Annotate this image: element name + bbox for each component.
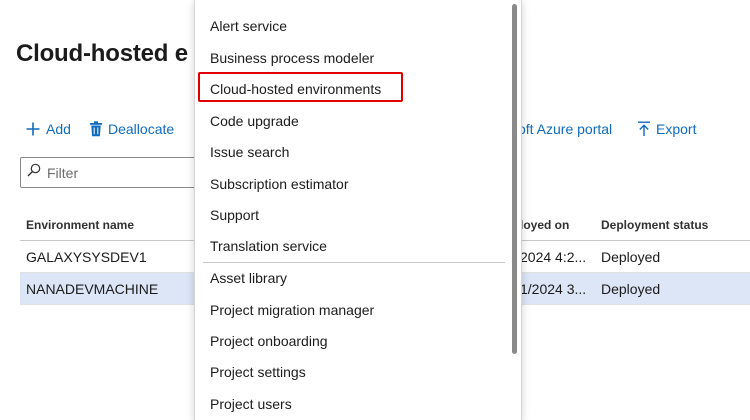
menu-item-code-upgrade[interactable]: Code upgrade bbox=[210, 107, 299, 135]
column-header-deployment-status[interactable]: Deployment status bbox=[601, 209, 741, 241]
scrollbar-thumb[interactable] bbox=[512, 4, 517, 354]
azure-portal-link[interactable]: oft Azure portal bbox=[518, 118, 612, 140]
add-button-label: Add bbox=[46, 121, 71, 137]
menu-item-business-process-modeler[interactable]: Business process modeler bbox=[210, 44, 374, 72]
row-environment-name: GALAXYSYSDEV1 bbox=[26, 249, 147, 265]
menu-item-asset-library[interactable]: Asset library bbox=[210, 264, 287, 292]
dropdown-menu: Alert service Business process modeler C… bbox=[194, 0, 522, 420]
row-deployment-status: Deployed bbox=[601, 281, 661, 297]
export-button[interactable]: Export bbox=[637, 118, 696, 140]
column-header-deployed-on[interactable]: loyed on bbox=[520, 209, 610, 241]
row-deployed-on: 1/2024 3... bbox=[520, 281, 587, 297]
search-icon bbox=[27, 163, 41, 182]
export-button-label: Export bbox=[656, 121, 697, 137]
menu-divider bbox=[203, 262, 505, 263]
menu-item-translation-service[interactable]: Translation service bbox=[210, 232, 327, 260]
plus-icon bbox=[25, 121, 41, 137]
column-header-environment-name[interactable]: Environment name bbox=[26, 209, 196, 241]
row-deployed-on: 2024 4:2... bbox=[520, 249, 587, 265]
menu-item-alert-service[interactable]: Alert service bbox=[210, 12, 287, 40]
trash-icon bbox=[89, 121, 103, 137]
export-icon bbox=[637, 121, 651, 137]
menu-item-subscription-estimator[interactable]: Subscription estimator bbox=[210, 170, 349, 198]
menu-item-support[interactable]: Support bbox=[210, 201, 259, 229]
menu-item-issue-search[interactable]: Issue search bbox=[210, 138, 289, 166]
menu-item-project-onboarding[interactable]: Project onboarding bbox=[210, 327, 328, 355]
filter-input[interactable] bbox=[47, 164, 187, 181]
add-button[interactable]: Add bbox=[25, 118, 71, 140]
highlight-box bbox=[198, 72, 403, 102]
row-deployment-status: Deployed bbox=[601, 249, 661, 265]
deallocate-button[interactable]: Deallocate bbox=[89, 118, 174, 140]
menu-item-project-users[interactable]: Project users bbox=[210, 390, 292, 418]
deallocate-button-label: Deallocate bbox=[108, 121, 175, 137]
azure-portal-label: oft Azure portal bbox=[518, 121, 613, 137]
page-title: Cloud-hosted e bbox=[16, 40, 188, 67]
filter-box bbox=[20, 157, 196, 188]
menu-scrollbar[interactable] bbox=[511, 0, 519, 420]
menu-item-project-settings[interactable]: Project settings bbox=[210, 358, 306, 386]
menu-item-project-migration-manager[interactable]: Project migration manager bbox=[210, 296, 374, 324]
row-environment-name: NANADEVMACHINE bbox=[26, 281, 159, 297]
